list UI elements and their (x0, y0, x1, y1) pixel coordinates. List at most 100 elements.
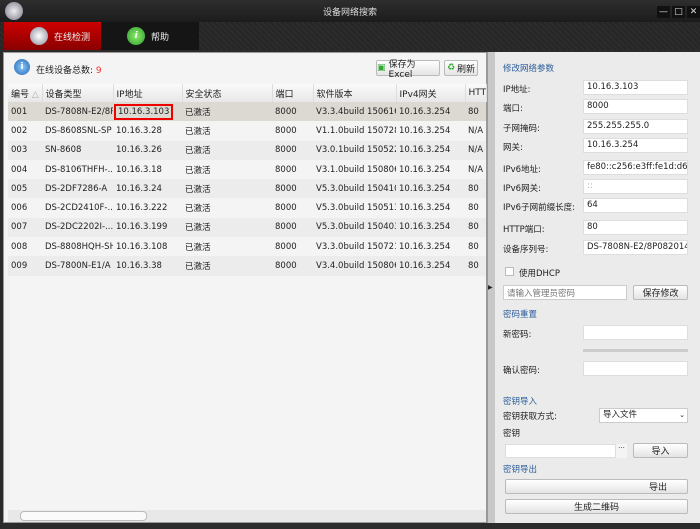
selected-ip-highlight: 10.16.3.103 (113, 103, 174, 120)
section-title-network: 修改网络参数 (503, 64, 555, 74)
table-row[interactable]: 007 DS-2DC2202I-... 10.16.3.199 已激活 8000 V5.3… (8, 217, 486, 238)
table-cell: 10.16.3.254 (399, 241, 451, 252)
table-cell: 80 (465, 217, 486, 238)
tab-label: 帮助 (151, 32, 170, 43)
column-header[interactable]: 软件版本 (313, 84, 397, 102)
save-excel-button[interactable]: ▣ 保存为Excel (376, 60, 440, 80)
panel-splitter[interactable]: ▶ (487, 52, 495, 523)
field-label: 设备序列号: (503, 245, 549, 255)
field-input[interactable]: fe80::c256:e3ff:fe1d:d668 (583, 160, 688, 175)
horizontal-scrollbar[interactable] (8, 510, 486, 522)
table-cell: 8000 (275, 164, 297, 175)
admin-password-input[interactable] (503, 285, 627, 300)
table-cell: 已激活 (185, 242, 211, 253)
table-cell: 80 (465, 256, 486, 276)
table-cell: 已激活 (182, 102, 272, 122)
device-count: 9 (95, 66, 102, 76)
field-input[interactable]: :: (583, 179, 688, 194)
tab-label: 在线检测 (54, 32, 91, 43)
table-cell: 8000 (275, 125, 297, 136)
table-cell: 005 (8, 179, 42, 199)
key-method-label: 密钥获取方式: (503, 412, 557, 422)
maximize-button[interactable]: □ (672, 6, 685, 18)
table-cell: V3.4.0build 150806 (313, 256, 396, 276)
table-cell: 10.16.3.254 (396, 140, 465, 160)
table-cell: 004 (11, 164, 28, 175)
scrollbar-thumb[interactable] (20, 511, 147, 521)
table-cell: DS-8608SNL-SP (45, 125, 112, 136)
field-input[interactable]: 8000 (583, 99, 688, 114)
table-row[interactable]: 005 DS-2DF7286-A 10.16.3.24 已激活 8000 V5.3.0bu… (8, 179, 486, 199)
info-icon: i (127, 27, 145, 45)
confirm-password-label: 确认密码: (503, 366, 540, 376)
table-cell: DS-8106THFH-... (45, 164, 113, 175)
save-changes-button[interactable]: 保存修改 (633, 285, 688, 300)
table-cell: DS-2DF7286-A (42, 179, 113, 199)
table-cell: 002 (11, 125, 28, 136)
excel-icon: ▣ (377, 63, 386, 73)
field-label: IPv6网关: (503, 184, 541, 194)
column-header[interactable]: IP地址 (113, 84, 183, 102)
dhcp-checkbox[interactable] (505, 267, 514, 276)
table-cell: DS-2DC2202I-... (42, 217, 113, 238)
table-row[interactable]: 001 DS-7808N-E2/8P 10.16.3.103 已激活 8000 V3.3.… (8, 102, 486, 122)
field-input[interactable]: 64 (583, 198, 688, 213)
refresh-button[interactable]: ♻ 刷新 (444, 60, 478, 76)
table-cell: N/A (465, 140, 486, 160)
generate-qr-button[interactable]: 生成二维码 (505, 499, 688, 514)
minimize-button[interactable]: — (657, 6, 670, 18)
column-header[interactable]: IPv4网关 (396, 84, 466, 102)
table-cell: 009 (8, 256, 42, 276)
field-input[interactable]: 10.16.3.103 (583, 80, 688, 95)
column-header[interactable]: 设备类型 (42, 84, 114, 102)
field-input[interactable]: 255.255.255.0 (583, 119, 688, 134)
column-header[interactable]: 安全状态 (182, 84, 273, 102)
tab-online-detect[interactable]: 在线检测 (4, 22, 101, 50)
column-header[interactable]: 编号 △ (8, 84, 43, 102)
table-row[interactable]: 003 SN-8608 10.16.3.26 已激活 8000 V3.0.1build 1… (8, 140, 486, 160)
field-input[interactable]: DS-7808N-E2/8P0820141 (583, 240, 688, 255)
table-cell: 003 (8, 140, 42, 160)
collapse-arrow-icon[interactable]: ▶ (488, 284, 493, 291)
table-cell: 80 (468, 241, 479, 252)
table-row[interactable]: 004 DS-8106THFH-... 10.16.3.18 已激活 8000 V3.1.… (8, 160, 486, 179)
import-button[interactable]: 导入 (633, 443, 688, 458)
table-row[interactable]: 006 DS-2CD2410F-... 10.16.3.222 已激活 8000 V5.3… (8, 198, 486, 217)
search-icon (30, 27, 48, 45)
table-cell: 10.16.3.24 (113, 179, 182, 199)
tab-help[interactable]: i 帮助 (101, 22, 199, 50)
table-cell: 已激活 (185, 126, 211, 137)
field-input[interactable]: 10.16.3.254 (583, 138, 688, 153)
table-cell: V5.3.0build 150513 (316, 203, 396, 214)
table-cell: 80 (468, 203, 479, 214)
table-cell: V1.1.0build 150728 (316, 125, 396, 136)
confirm-password-input[interactable] (583, 361, 688, 376)
table-cell: DS-7800N-E1/A (42, 256, 113, 276)
field-label: IPv6子网前缀长度: (503, 203, 575, 213)
column-header[interactable]: 端口 (272, 84, 314, 102)
table-row[interactable]: 008 DS-8808HQH-SH 10.16.3.108 已激活 8000 V3.3.0… (8, 237, 486, 256)
table-cell: 8000 (272, 140, 313, 160)
table-cell: 8000 (272, 256, 313, 276)
table-cell: 已激活 (182, 179, 272, 199)
key-method-select[interactable]: 导入文件 ⌄ (599, 408, 688, 423)
field-label: 子网掩码: (503, 124, 540, 134)
field-label: IPv6地址: (503, 165, 541, 175)
export-button[interactable]: 导出 (505, 479, 688, 494)
table-row[interactable]: 009 DS-7800N-E1/A 10.16.3.38 已激活 8000 V3.4.0b… (8, 256, 486, 276)
field-input[interactable]: 80 (583, 220, 688, 235)
browse-button[interactable]: ··· (616, 444, 627, 458)
key-file-input[interactable] (505, 444, 616, 458)
table-cell: 10.16.3.254 (399, 203, 451, 214)
table-row[interactable]: 002 DS-8608SNL-SP 10.16.3.28 已激活 8000 V1.1.0b… (8, 121, 486, 140)
table-cell: 10.16.3.26 (113, 140, 182, 160)
new-password-input[interactable] (583, 325, 688, 340)
close-button[interactable]: ✕ (687, 6, 700, 18)
table-cell: 已激活 (182, 256, 272, 276)
table-cell: 10.16.3.254 (396, 217, 465, 238)
window-title: 设备网络搜索 (322, 8, 377, 18)
table-cell: DS-7808N-E2/8P (42, 102, 113, 122)
info-icon: i (14, 59, 30, 75)
column-header[interactable]: HTT (465, 84, 487, 102)
table-cell: DS-8808HQH-SH (45, 241, 113, 252)
